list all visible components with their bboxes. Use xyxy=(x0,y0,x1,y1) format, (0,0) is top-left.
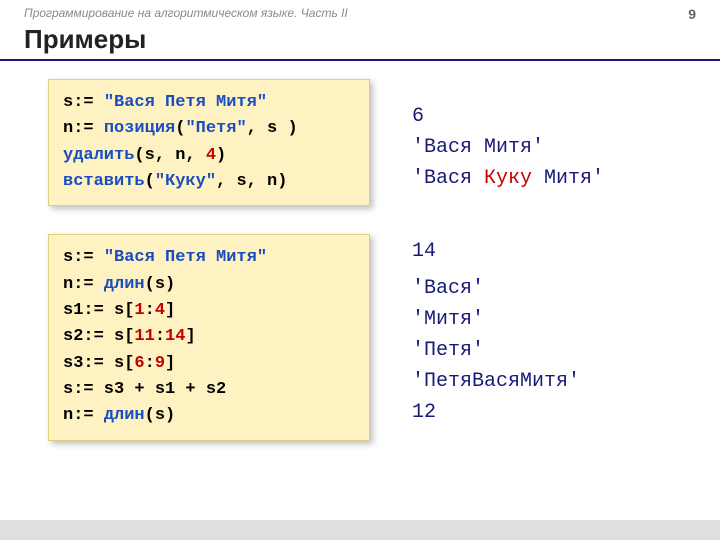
output-line: 'Петя' xyxy=(412,335,580,366)
output-line: 'Вася' xyxy=(412,273,580,304)
code-line: n:= длин(s) xyxy=(63,403,355,429)
example-row-2: s:= "Вася Петя Митя" n:= длин(s) s1:= s[… xyxy=(48,234,720,440)
code-line: n:= длин(s) xyxy=(63,272,355,298)
output-line: 'Вася Куку Митя' xyxy=(412,163,604,194)
output-line: 6 xyxy=(412,101,604,132)
output-line: 12 xyxy=(412,397,580,428)
code-line: s1:= s[1:4] xyxy=(63,298,355,324)
output-line: 'Вася Митя' xyxy=(412,132,604,163)
code-line: s2:= s[11:14] xyxy=(63,324,355,350)
output-line: 'Митя' xyxy=(412,304,580,335)
example-row-1: s:= "Вася Петя Митя" n:= позиция("Петя",… xyxy=(48,79,720,206)
code-box-1: s:= "Вася Петя Митя" n:= позиция("Петя",… xyxy=(48,79,370,206)
course-subtitle: Программирование на алгоритмическом язык… xyxy=(24,6,348,20)
output-box-2: 14 'Вася' 'Митя' 'Петя' 'ПетяВасяМитя' 1… xyxy=(412,234,580,428)
code-box-2: s:= "Вася Петя Митя" n:= длин(s) s1:= s[… xyxy=(48,234,370,440)
code-line: s3:= s[6:9] xyxy=(63,351,355,377)
code-line: n:= позиция("Петя", s ) xyxy=(63,116,355,142)
output-box-1: 6 'Вася Митя' 'Вася Куку Митя' xyxy=(412,79,604,194)
slide-footer xyxy=(0,520,720,540)
slide-content: s:= "Вася Петя Митя" n:= позиция("Петя",… xyxy=(0,79,720,441)
code-line: удалить(s, n, 4) xyxy=(63,143,355,169)
slide-header: Программирование на алгоритмическом язык… xyxy=(0,0,720,22)
title-divider xyxy=(0,59,720,61)
code-line: s:= "Вася Петя Митя" xyxy=(63,245,355,271)
code-line: s:= "Вася Петя Митя" xyxy=(63,90,355,116)
code-line: вставить("Куку", s, n) xyxy=(63,169,355,195)
output-line: 14 xyxy=(412,236,580,267)
output-line: 'ПетяВасяМитя' xyxy=(412,366,580,397)
page-number: 9 xyxy=(688,6,696,22)
slide-title: Примеры xyxy=(0,22,720,59)
code-line: s:= s3 + s1 + s2 xyxy=(63,377,355,403)
